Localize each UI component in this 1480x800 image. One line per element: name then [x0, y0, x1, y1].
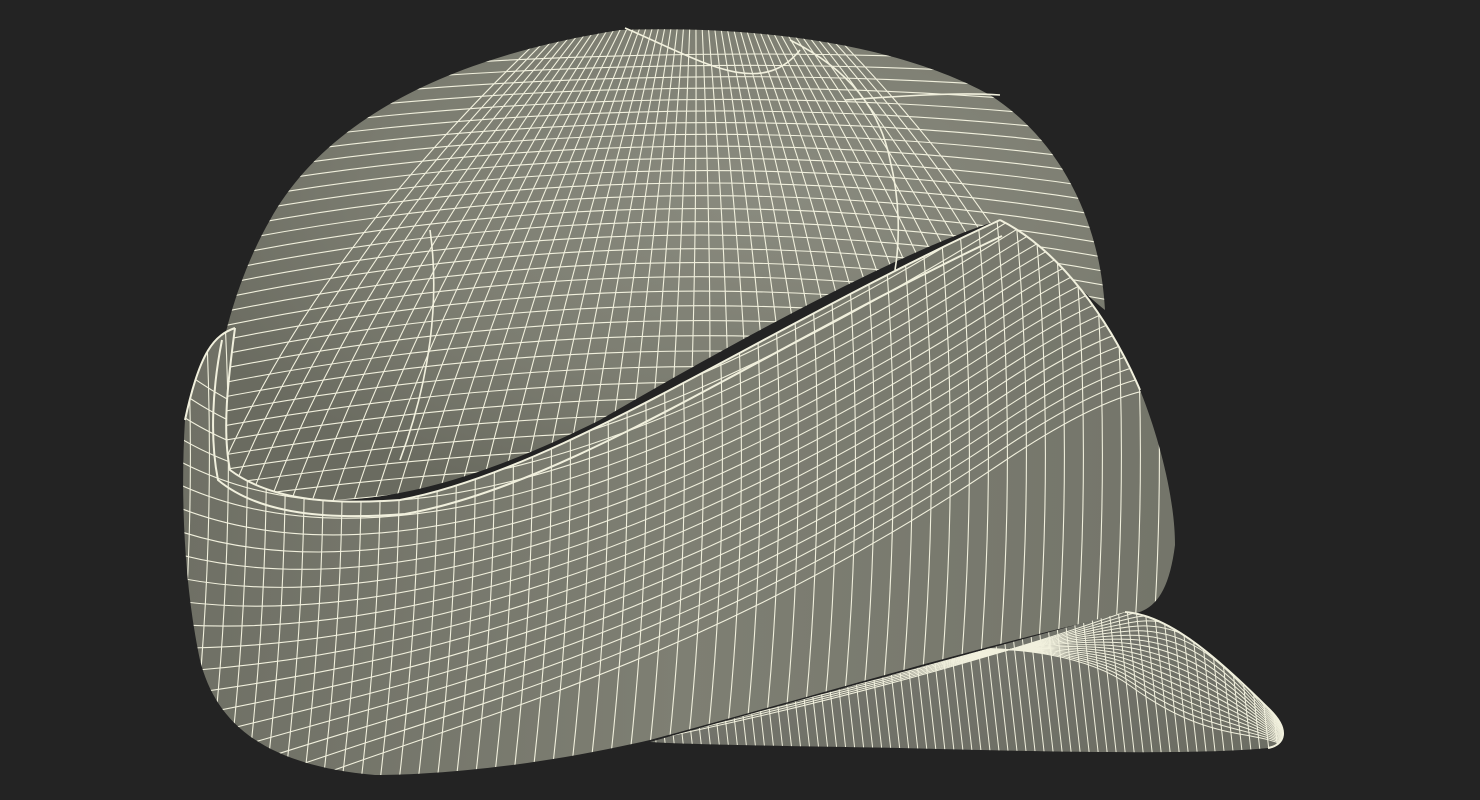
render-viewport — [0, 0, 1480, 800]
wireframe-render — [0, 0, 1480, 800]
